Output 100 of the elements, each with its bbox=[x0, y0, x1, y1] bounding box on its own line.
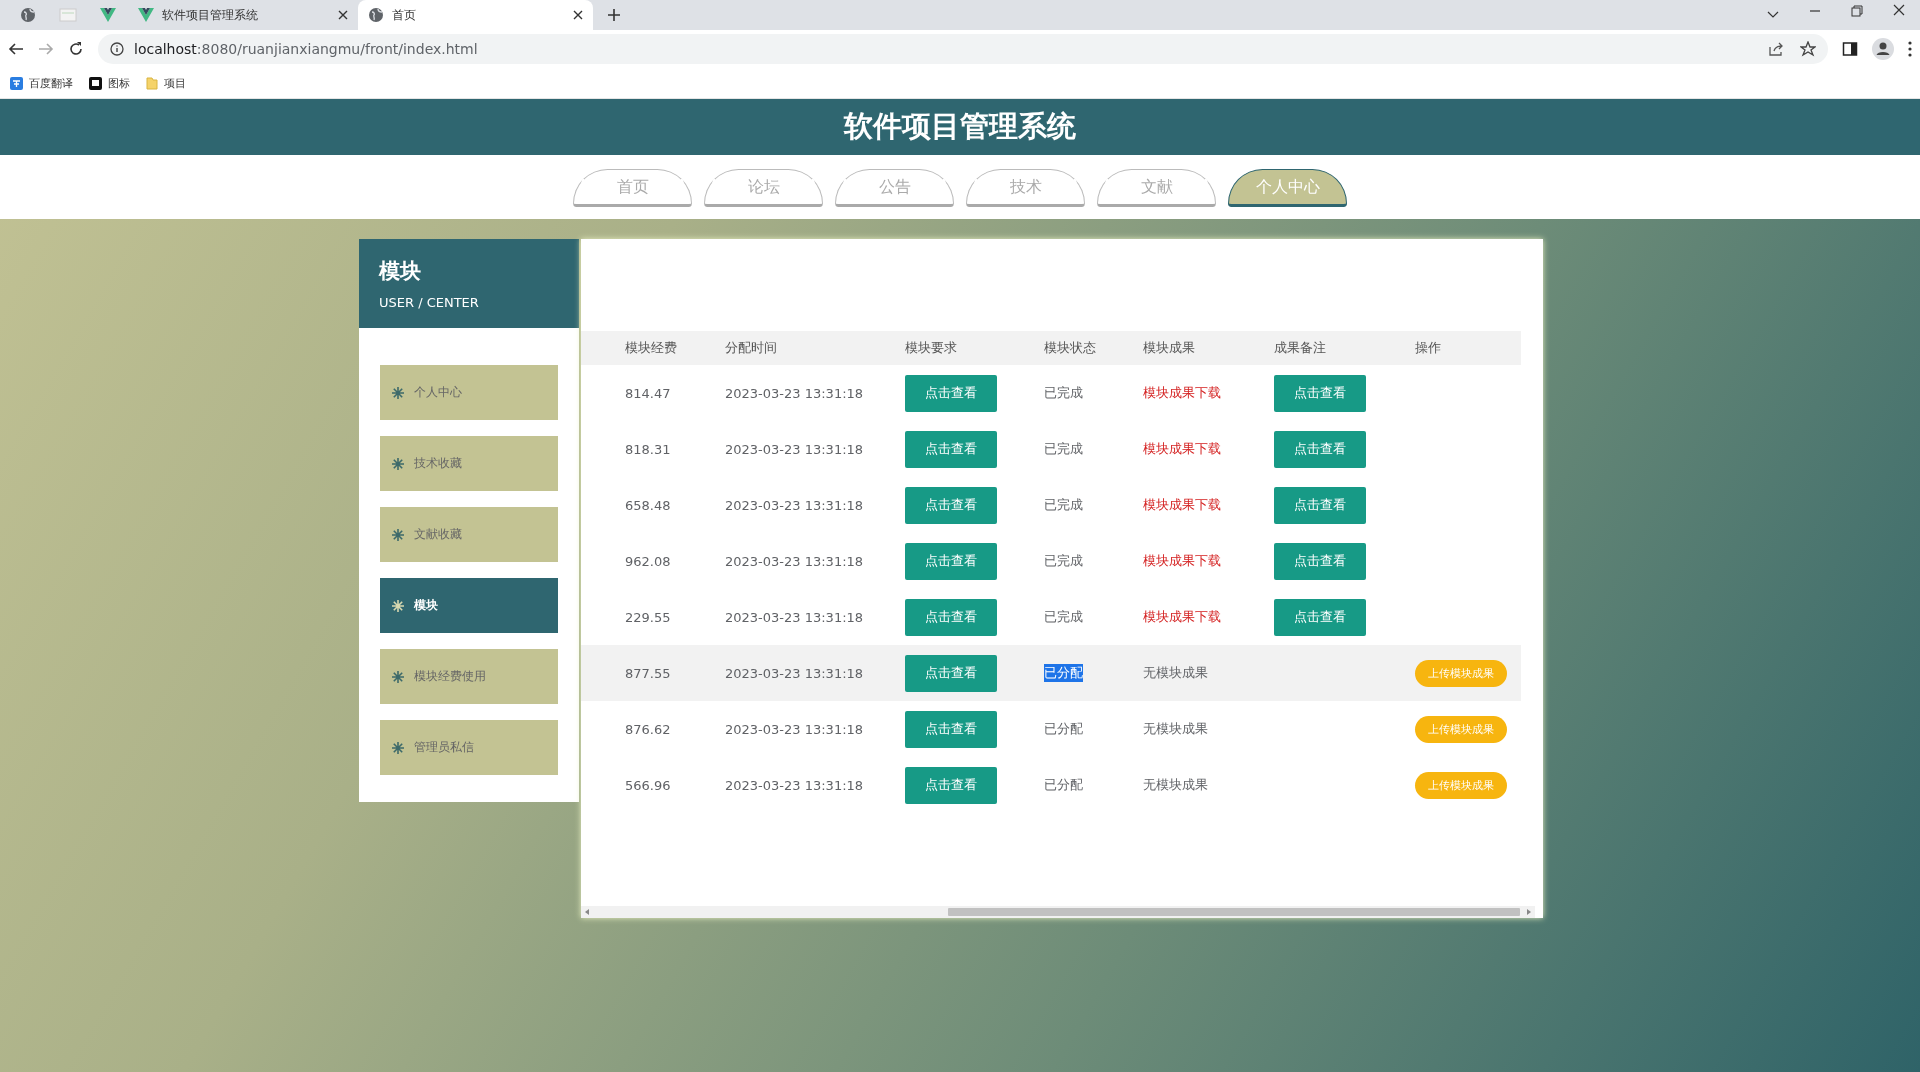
sidebar-item[interactable]: 文献收藏 bbox=[380, 507, 558, 562]
table-cell: 2023-03-23 13:31:18 bbox=[725, 385, 864, 401]
upload-button[interactable]: 上传模块成果 bbox=[1415, 659, 1507, 687]
back-icon[interactable] bbox=[8, 41, 24, 57]
table-cell-text: 962.08 bbox=[624, 553, 671, 569]
horizontal-scrollbar[interactable] bbox=[581, 906, 1535, 918]
folder-icon bbox=[146, 76, 158, 90]
address-bar[interactable]: localhost:8080/ruanjianxiangmu/front/index.html bbox=[98, 34, 1828, 64]
globe-icon bbox=[368, 7, 384, 23]
table-cell: 已完成 bbox=[1044, 608, 1083, 626]
bookmark-label: 百度翻译 bbox=[29, 75, 73, 91]
sidebar-item[interactable]: 模块 bbox=[380, 578, 558, 633]
snowflake-icon bbox=[392, 599, 404, 612]
table-cell: 已完成 bbox=[1044, 440, 1083, 458]
table-cell: 2023-03-23 13:31:18 bbox=[725, 609, 864, 625]
star-icon[interactable] bbox=[1800, 41, 1816, 57]
table-cell: 已完成 bbox=[1044, 552, 1083, 570]
table-cell: 2023-03-23 13:31:18 bbox=[725, 497, 864, 513]
download-link[interactable]: 模块成果下载 bbox=[1143, 496, 1221, 514]
view-button[interactable]: 点击查看 bbox=[905, 710, 997, 748]
nav-tab[interactable]: 文献 bbox=[1097, 169, 1216, 207]
bookmark-label: 项目 bbox=[164, 75, 186, 91]
view-button[interactable]: 点击查看 bbox=[905, 766, 997, 804]
view-button[interactable]: 点击查看 bbox=[1274, 430, 1366, 468]
v-logo-icon bbox=[138, 8, 154, 22]
view-button[interactable]: 点击查看 bbox=[1274, 542, 1366, 580]
close-icon[interactable] bbox=[338, 10, 348, 20]
download-link[interactable]: 模块成果下载 bbox=[1143, 384, 1221, 402]
table-cell: 2023-03-23 13:31:18 bbox=[725, 665, 864, 681]
url-text: localhost:8080/ruanjianxiangmu/front/index.html bbox=[134, 41, 478, 57]
table-cell: 已完成 bbox=[1044, 384, 1083, 402]
sidebar-item[interactable]: 个人中心 bbox=[380, 365, 558, 420]
sidebar-item[interactable]: 模块经费使用 bbox=[380, 649, 558, 704]
nav-tab[interactable]: 个人中心 bbox=[1228, 169, 1347, 207]
nav-tab[interactable]: 技术 bbox=[966, 169, 1085, 207]
table-cell-text: 876.62 bbox=[624, 721, 671, 737]
snowflake-icon bbox=[392, 457, 404, 470]
view-button[interactable]: 点击查看 bbox=[1274, 486, 1366, 524]
sidebar-title: 模块 bbox=[379, 258, 422, 285]
view-button[interactable]: 点击查看 bbox=[905, 486, 997, 524]
translate-icon bbox=[10, 76, 23, 90]
table-cell: 已分配 bbox=[1044, 664, 1083, 682]
download-link[interactable]: 模块成果下载 bbox=[1143, 608, 1221, 626]
column-header: 操作 bbox=[1415, 339, 1442, 357]
snowflake-icon bbox=[392, 528, 404, 541]
profile-icon[interactable] bbox=[1872, 38, 1894, 60]
table-cell-text: 229.55 bbox=[624, 609, 671, 625]
side-panel-icon[interactable] bbox=[1842, 41, 1858, 57]
table-cell: 已分配 bbox=[1044, 720, 1083, 738]
nav-tab[interactable]: 首页 bbox=[573, 169, 692, 207]
table-cell: 2023-03-23 13:31:18 bbox=[725, 441, 864, 457]
table-cell-text: 877.55 bbox=[624, 665, 671, 681]
view-button[interactable]: 点击查看 bbox=[905, 374, 997, 412]
bookmark-label: 图标 bbox=[108, 75, 130, 91]
table-cell: 已完成 bbox=[1044, 496, 1083, 514]
column-header: 分配时间 bbox=[725, 339, 778, 357]
column-header: 模块经费 bbox=[624, 339, 678, 357]
upload-button[interactable]: 上传模块成果 bbox=[1415, 715, 1507, 743]
share-icon[interactable] bbox=[1768, 41, 1784, 57]
sidebar-item[interactable]: 技术收藏 bbox=[380, 436, 558, 491]
browser-tab[interactable]: 软件项目管理系统 bbox=[128, 0, 358, 30]
sidebar-item[interactable]: 管理员私信 bbox=[380, 720, 558, 775]
close-icon[interactable] bbox=[573, 10, 583, 20]
table-cell-text: 658.48 bbox=[624, 497, 671, 513]
download-link[interactable]: 模块成果下载 bbox=[1143, 552, 1221, 570]
sidebar-subtitle: USER / CENTER bbox=[379, 295, 480, 310]
view-button[interactable]: 点击查看 bbox=[1274, 598, 1366, 636]
reload-icon[interactable] bbox=[68, 41, 84, 57]
upload-button[interactable]: 上传模块成果 bbox=[1415, 771, 1507, 799]
v-logo-icon bbox=[100, 8, 116, 22]
bookmark[interactable]: 项目 bbox=[146, 75, 186, 91]
view-button[interactable]: 点击查看 bbox=[1274, 374, 1366, 412]
snowflake-icon bbox=[392, 741, 404, 754]
bookmark[interactable]: 图标 bbox=[89, 75, 130, 91]
column-header: 模块要求 bbox=[905, 339, 958, 357]
column-header: 成果备注 bbox=[1274, 339, 1327, 357]
view-button[interactable]: 点击查看 bbox=[905, 654, 997, 692]
table-cell-text: 814.47 bbox=[624, 385, 671, 401]
table-cell: 2023-03-23 13:31:18 bbox=[725, 553, 864, 569]
table-cell: 无模块成果 bbox=[1143, 664, 1208, 682]
nav-tab[interactable]: 论坛 bbox=[704, 169, 823, 207]
tab-title: 首页 bbox=[392, 6, 417, 24]
table-cell-text: 818.31 bbox=[624, 441, 671, 457]
tab-title: 软件项目管理系统 bbox=[162, 6, 259, 24]
site-title: 软件项目管理系统 bbox=[0, 99, 1920, 155]
view-button[interactable]: 点击查看 bbox=[905, 430, 997, 468]
bookmark[interactable]: 百度翻译 bbox=[10, 75, 73, 91]
snowflake-icon bbox=[392, 670, 404, 683]
table-cell-text: 566.96 bbox=[624, 777, 671, 793]
table-cell: 2023-03-23 13:31:18 bbox=[725, 721, 864, 737]
view-button[interactable]: 点击查看 bbox=[905, 598, 997, 636]
browser-tab[interactable]: 首页 bbox=[358, 0, 593, 30]
more-icon[interactable] bbox=[1908, 41, 1912, 57]
nav-tab[interactable]: 公告 bbox=[835, 169, 954, 207]
new-tab-icon[interactable] bbox=[608, 9, 620, 21]
table-cell: 已分配 bbox=[1044, 776, 1083, 794]
view-button[interactable]: 点击查看 bbox=[905, 542, 997, 580]
download-link[interactable]: 模块成果下载 bbox=[1143, 440, 1221, 458]
table-cell: 2023-03-23 13:31:18 bbox=[725, 777, 864, 793]
column-header: 模块成果 bbox=[1143, 339, 1196, 357]
